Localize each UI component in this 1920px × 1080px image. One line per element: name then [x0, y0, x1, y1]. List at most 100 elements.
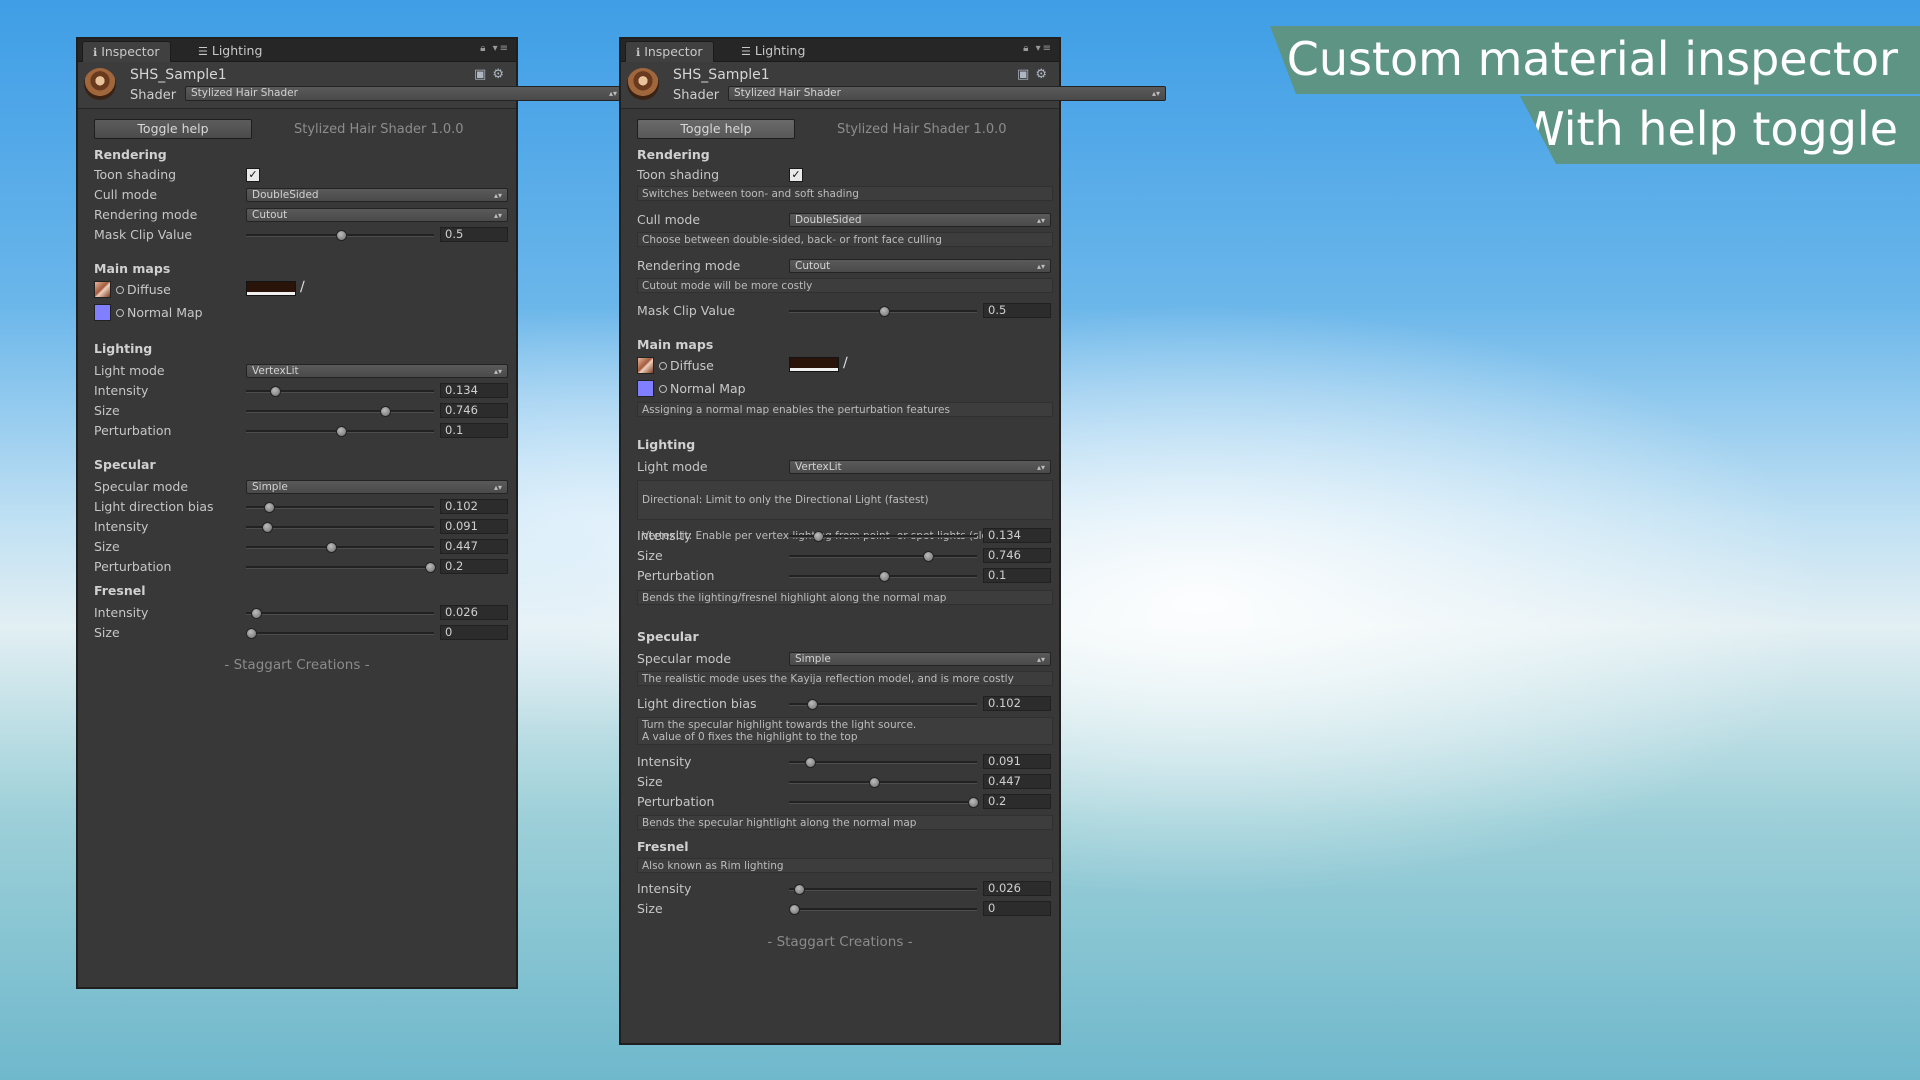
fresnel-intensity-field[interactable]: 0.026 — [440, 605, 508, 620]
object-picker-icon[interactable] — [659, 385, 667, 393]
lighting-perturbation-field[interactable]: 0.1 — [983, 568, 1051, 583]
slider-thumb[interactable] — [813, 531, 824, 542]
normal-map-texture-thumbnail[interactable] — [94, 304, 111, 321]
eyedropper-icon[interactable]: ∕ — [300, 279, 305, 295]
lighting-size-slider[interactable] — [789, 548, 977, 564]
specular-perturbation-field[interactable]: 0.2 — [983, 794, 1051, 809]
light-mode-dropdown[interactable]: VertexLit ▴▾ — [246, 364, 508, 378]
mask-clip-field[interactable]: 0.5 — [983, 303, 1051, 318]
cull-mode-dropdown[interactable]: DoubleSided ▴▾ — [246, 188, 508, 202]
tab-lighting[interactable]: ☰ Lighting — [188, 41, 272, 61]
object-picker-icon[interactable] — [659, 362, 667, 370]
light-mode-dropdown[interactable]: VertexLit ▴▾ — [789, 460, 1051, 474]
help-book-icon[interactable]: ▣ — [474, 67, 492, 82]
specular-mode-dropdown[interactable]: Simple ▴▾ — [246, 480, 508, 494]
material-header: SHS_Sample1 ▣⚙ Shader Stylized Hair Shad… — [78, 62, 623, 109]
mask-clip-field[interactable]: 0.5 — [440, 227, 508, 242]
slider-thumb[interactable] — [923, 551, 934, 562]
tab-inspector[interactable]: ℹ Inspector — [82, 41, 171, 62]
rendering-mode-dropdown[interactable]: Cutout ▴▾ — [789, 259, 1051, 273]
diffuse-color-swatch[interactable] — [789, 357, 839, 372]
specular-intensity-field[interactable]: 0.091 — [983, 754, 1051, 769]
gear-icon[interactable]: ⚙ — [492, 67, 510, 82]
fresnel-intensity-slider[interactable] — [246, 605, 434, 621]
slider-thumb[interactable] — [805, 757, 816, 768]
light-direction-bias-slider[interactable] — [246, 499, 434, 515]
specular-size-slider[interactable] — [789, 774, 977, 790]
lighting-perturbation-field[interactable]: 0.1 — [440, 423, 508, 438]
normal-map-texture-thumbnail[interactable] — [637, 380, 654, 397]
slider-thumb[interactable] — [789, 904, 800, 915]
toggle-help-button[interactable]: Toggle help — [637, 119, 795, 139]
specular-intensity-field[interactable]: 0.091 — [440, 519, 508, 534]
lighting-size-slider[interactable] — [246, 403, 434, 419]
specular-size-field[interactable]: 0.447 — [440, 539, 508, 554]
shader-dropdown[interactable]: Stylized Hair Shader ▴▾ — [728, 86, 1166, 101]
toon-shading-checkbox[interactable]: ✓ — [246, 168, 260, 182]
lighting-intensity-slider[interactable] — [246, 383, 434, 399]
fresnel-size-slider[interactable] — [246, 625, 434, 641]
gear-icon[interactable]: ⚙ — [1035, 67, 1053, 82]
window-menu-icon[interactable]: 🔒︎ ▾≡ — [480, 43, 510, 54]
slider-thumb[interactable] — [879, 571, 890, 582]
slider-thumb[interactable] — [262, 522, 273, 533]
help-book-icon[interactable]: ▣ — [1017, 67, 1035, 82]
info-icon: ℹ — [93, 46, 98, 59]
slider-thumb[interactable] — [251, 608, 262, 619]
lighting-size-field[interactable]: 0.746 — [983, 548, 1051, 563]
slider-thumb[interactable] — [807, 699, 818, 710]
tab-inspector[interactable]: ℹ Inspector — [625, 41, 714, 62]
object-picker-icon[interactable] — [116, 309, 124, 317]
toggle-help-button[interactable]: Toggle help — [94, 119, 252, 139]
mask-clip-slider[interactable] — [789, 303, 977, 319]
slider-thumb[interactable] — [425, 562, 436, 573]
lighting-perturbation-slider[interactable] — [789, 568, 977, 584]
specular-perturbation-field[interactable]: 0.2 — [440, 559, 508, 574]
cull-mode-dropdown[interactable]: DoubleSided ▴▾ — [789, 213, 1051, 227]
lighting-size-field[interactable]: 0.746 — [440, 403, 508, 418]
specular-perturbation-slider[interactable] — [246, 559, 436, 575]
fresnel-size-slider[interactable] — [789, 901, 977, 917]
diffuse-texture-thumbnail[interactable] — [94, 281, 111, 298]
fresnel-intensity-slider[interactable] — [789, 881, 977, 897]
slider-thumb[interactable] — [869, 777, 880, 788]
fresnel-intensity-field[interactable]: 0.026 — [983, 881, 1051, 896]
specular-size-slider[interactable] — [246, 539, 434, 555]
slider-thumb[interactable] — [270, 386, 281, 397]
slider-thumb[interactable] — [264, 502, 275, 513]
light-direction-bias-field[interactable]: 0.102 — [440, 499, 508, 514]
light-direction-bias-field[interactable]: 0.102 — [983, 696, 1051, 711]
lighting-intensity-field[interactable]: 0.134 — [440, 383, 508, 398]
lighting-intensity-slider[interactable] — [789, 528, 977, 544]
slider-thumb[interactable] — [380, 406, 391, 417]
eyedropper-icon[interactable]: ∕ — [843, 355, 848, 371]
window-menu-icon[interactable]: 🔒︎ ▾≡ — [1023, 43, 1053, 54]
specular-mode-dropdown[interactable]: Simple ▴▾ — [789, 652, 1051, 666]
specular-intensity-slider[interactable] — [789, 754, 977, 770]
diffuse-texture-thumbnail[interactable] — [637, 357, 654, 374]
fresnel-size-field[interactable]: 0 — [440, 625, 508, 640]
rendering-mode-dropdown[interactable]: Cutout ▴▾ — [246, 208, 508, 222]
diffuse-color-swatch[interactable] — [246, 281, 296, 296]
light-direction-bias-slider[interactable] — [789, 696, 977, 712]
slider-thumb[interactable] — [879, 306, 890, 317]
slider-thumb[interactable] — [326, 542, 337, 553]
slider-thumb[interactable] — [246, 628, 257, 639]
slider-thumb[interactable] — [336, 230, 347, 241]
specular-size-field[interactable]: 0.447 — [983, 774, 1051, 789]
specular-intensity-slider[interactable] — [246, 519, 434, 535]
lighting-intensity-field[interactable]: 0.134 — [983, 528, 1051, 543]
mask-clip-slider[interactable] — [246, 227, 434, 243]
shader-label: Shader — [130, 88, 177, 103]
slider-thumb[interactable] — [968, 797, 979, 808]
shader-dropdown[interactable]: Stylized Hair Shader ▴▾ — [185, 86, 623, 101]
toon-shading-checkbox[interactable]: ✓ — [789, 168, 803, 182]
fresnel-intensity-label: Intensity — [637, 881, 692, 896]
object-picker-icon[interactable] — [116, 286, 124, 294]
slider-thumb[interactable] — [336, 426, 347, 437]
tab-lighting[interactable]: ☰ Lighting — [731, 41, 815, 61]
specular-perturbation-slider[interactable] — [789, 794, 979, 810]
slider-thumb[interactable] — [794, 884, 805, 895]
lighting-perturbation-slider[interactable] — [246, 423, 434, 439]
fresnel-size-field[interactable]: 0 — [983, 901, 1051, 916]
